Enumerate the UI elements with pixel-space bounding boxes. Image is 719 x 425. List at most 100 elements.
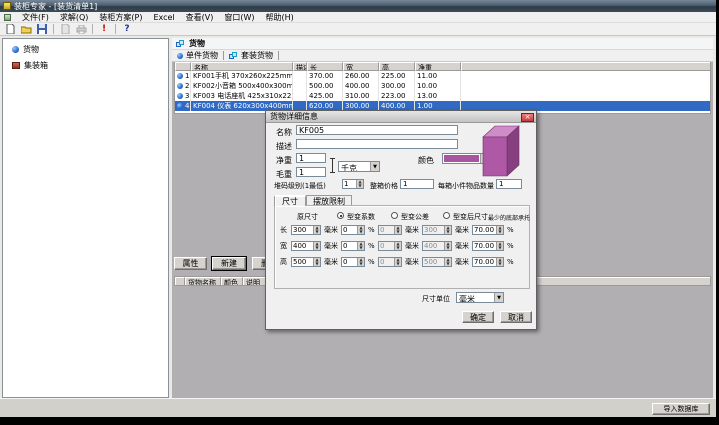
unit-mm: 毫米 [455,225,469,235]
cargo-table: 名称 描述 长 宽 高 净重 1 KF001手机 370x260x225mm 2… [174,62,711,114]
menu-excel[interactable]: Excel [153,13,174,22]
col-color[interactable]: 颜色 [221,277,243,285]
weight-unit-value: 千克 [339,162,370,171]
tab-dimensions[interactable]: 尺寸 [274,195,306,206]
name-input[interactable] [296,125,458,135]
spinner-buttons[interactable]: ▲▼ [356,180,363,188]
new-button[interactable]: 新建 [212,257,246,270]
size-unit-label: 尺寸单位 [422,294,450,304]
coef-width-spinner[interactable]: 0▲▼ [341,241,365,251]
tab-single-cargo[interactable]: 单件货物 [177,50,218,61]
tolerance-length-spinner: 0▲▼ [378,225,402,235]
properties-button[interactable]: 属性 [174,257,207,270]
gross-weight-input[interactable] [296,167,326,177]
menu-file[interactable]: 文件(F) [22,12,49,23]
dim-row-length: 长 300▲▼ 毫米 0▲▼ % 0▲▼ 毫米 300▲▼ 毫米 70.00▲▼… [280,225,514,235]
cell-length: 370.00 [307,71,343,81]
cell-desc [293,71,307,81]
coef-height-spinner[interactable]: 0▲▼ [341,257,365,267]
item-sphere-icon [177,83,183,89]
weight-unit-select[interactable]: 千克 ▼ [338,161,380,172]
cell-width: 400.00 [343,81,379,91]
tree-item-container[interactable]: 集装箱 [3,60,168,71]
cargo-sphere-icon [12,46,19,53]
menu-bar: 文件(F) 求解(Q) 装柜方案(P) Excel 查看(V) 窗口(W) 帮助… [0,12,716,23]
weight-link-tick [330,172,335,173]
radio-deform-coef[interactable] [337,212,344,219]
box-price-input[interactable] [400,179,434,189]
col-netweight[interactable]: 净重 [415,62,461,71]
orig-length-spinner[interactable]: 300▲▼ [291,225,321,235]
net-weight-input[interactable] [296,153,326,163]
col-blank [175,277,185,285]
tab-set-cargo[interactable]: 套装货物 [229,50,273,61]
orig-height-spinner[interactable]: 500▲▼ [291,257,321,267]
cell-name: KF001手机 370x260x225mm 24个装 [191,71,293,81]
boxes-icon [229,52,238,60]
dialog-title-bar[interactable]: 货物详细信息 [266,111,536,123]
stack-level-spinner[interactable]: 1 ▲▼ [342,179,364,189]
menu-solve[interactable]: 求解(Q) [60,12,89,23]
table-row[interactable]: 1 KF001手机 370x260x225mm 24个装 370.00 260.… [175,71,710,81]
solve-icon[interactable]: ! [98,24,110,35]
import-database-button[interactable]: 导入数据库 [652,403,710,415]
close-icon[interactable]: × [521,113,534,122]
orig-width-spinner[interactable]: 400▲▼ [291,241,321,251]
menu-window[interactable]: 窗口(W) [224,12,254,23]
bottom-strip: 导入数据库 [0,398,716,417]
tab-separator [223,51,224,60]
menu-plan[interactable]: 装柜方案(P) [99,12,142,23]
items-per-box-input[interactable] [496,179,522,189]
cell-netweight: 10.00 [415,81,461,91]
chevron-down-icon[interactable]: ▼ [370,162,379,171]
col-desc[interactable]: 描述 [293,62,307,71]
menu-help[interactable]: 帮助(H) [266,12,294,23]
new-file-icon[interactable] [4,24,16,35]
ok-button[interactable]: 确定 [462,311,494,323]
dimensions-group: 原尺寸 型变系数 型变公差 型变后尺寸 最少的底部承托 长 300▲▼ 毫米 0… [274,205,530,289]
col-length[interactable]: 长 [307,62,343,71]
unit-mm: 毫米 [324,257,338,267]
net-weight-label: 净重 [276,155,292,166]
table-row[interactable]: 2 KF002小音箱 500x400x300mm-12个装 500.00 400… [175,81,710,91]
radio-deform-tolerance[interactable] [391,212,398,219]
min-bottom-support-label: 最少的底部承托 [488,213,530,222]
panel-title: 货物 [189,38,205,49]
support-length-spinner[interactable]: 70.00▲▼ [472,225,504,235]
window-title: 装柜专家 - [装货清单1] [14,1,97,12]
radio-deformed-size[interactable] [443,212,450,219]
deformed-length-spinner: 300▲▼ [422,225,452,235]
chevron-down-icon[interactable]: ▼ [494,293,503,302]
open-folder-icon[interactable] [20,24,32,35]
unit-mm: 毫米 [455,257,469,267]
item-sphere-icon [177,103,183,109]
cell-netweight: 13.00 [415,91,461,101]
col-name[interactable]: 名称 [191,62,293,71]
size-unit-select[interactable]: 毫米 ▼ [456,292,504,303]
percent-sign: % [368,226,375,234]
col-cargo-name[interactable]: 货物名称 [185,277,221,285]
help-icon[interactable]: ? [121,24,133,35]
cargo-table-header: 名称 描述 长 宽 高 净重 [175,62,710,71]
col-height[interactable]: 高 [379,62,415,71]
cell-height: 225.00 [379,71,415,81]
col-rownum [175,62,191,71]
desc-input[interactable] [296,139,458,149]
tree-item-cargo[interactable]: 货物 [3,44,168,55]
percent-sign: % [507,242,514,250]
navigation-tree: 货物 集装箱 [2,38,169,398]
menu-view[interactable]: 查看(V) [186,12,214,23]
support-height-spinner[interactable]: 70.00▲▼ [472,257,504,267]
coef-length-spinner[interactable]: 0▲▼ [341,225,365,235]
row-number: 4 [185,102,189,110]
col-width[interactable]: 宽 [343,62,379,71]
cancel-button[interactable]: 取消 [500,311,532,323]
save-icon[interactable] [36,24,48,35]
desc-label: 描述 [276,141,292,152]
row-number: 2 [185,82,189,90]
cell-height: 300.00 [379,81,415,91]
table-row[interactable]: 3 KF003 电话座机 425x310x223mm 20个装 425.00 3… [175,91,710,101]
support-width-spinner[interactable]: 70.00▲▼ [472,241,504,251]
item-sphere-icon [177,93,183,99]
deformed-width-spinner: 400▲▼ [422,241,452,251]
